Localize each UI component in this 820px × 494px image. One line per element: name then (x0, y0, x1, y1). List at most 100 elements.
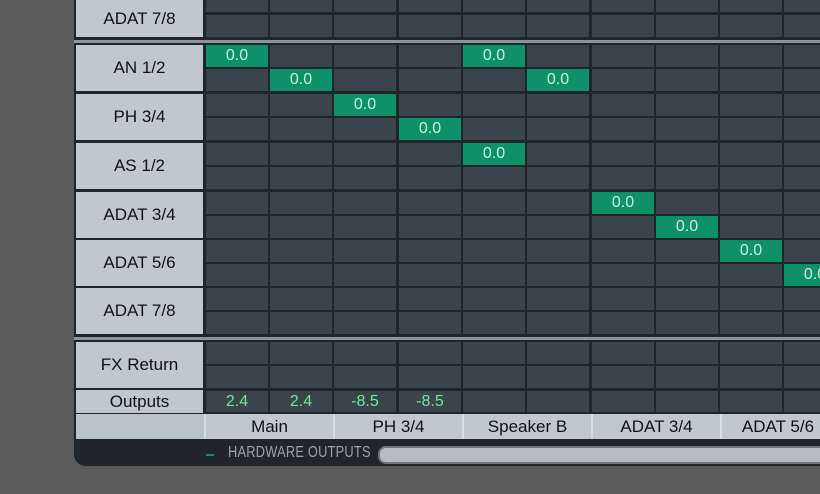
matrix-cell[interactable] (270, 342, 332, 364)
matrix-cell[interactable] (656, 391, 718, 412)
matrix-cell[interactable] (334, 312, 396, 334)
matrix-cell[interactable] (334, 192, 396, 214)
matrix-cell[interactable] (399, 342, 461, 364)
matrix-cell[interactable] (527, 45, 589, 67)
matrix-cell[interactable] (720, 15, 782, 37)
matrix-cell[interactable] (270, 216, 332, 238)
matrix-cell[interactable] (399, 264, 461, 286)
matrix-cell[interactable] (399, 366, 461, 388)
matrix-cell[interactable] (463, 312, 525, 334)
matrix-cell[interactable] (334, 240, 396, 262)
matrix-cell[interactable] (334, 45, 396, 67)
matrix-cell[interactable] (206, 264, 268, 286)
matrix-cell[interactable] (527, 216, 589, 238)
column-header-main[interactable]: Main (204, 414, 333, 439)
matrix-cell[interactable] (592, 240, 654, 262)
matrix-cell[interactable] (463, 288, 525, 310)
matrix-cell[interactable] (399, 15, 461, 37)
matrix-cell[interactable] (784, 288, 820, 310)
matrix-cell[interactable] (656, 94, 718, 116)
matrix-cell[interactable] (270, 0, 332, 12)
matrix-cell[interactable] (784, 45, 820, 67)
matrix-cell[interactable] (527, 264, 589, 286)
gain-cell[interactable]: 0.0 (399, 118, 461, 140)
matrix-cell[interactable] (784, 240, 820, 262)
matrix-cell[interactable] (592, 69, 654, 91)
matrix-cell[interactable] (656, 240, 718, 262)
matrix-cell[interactable] (206, 143, 268, 165)
matrix-cell[interactable] (463, 167, 525, 189)
matrix-cell[interactable] (592, 391, 654, 412)
matrix-cell[interactable] (463, 391, 525, 412)
matrix-cell[interactable] (206, 342, 268, 364)
matrix-cell[interactable] (720, 216, 782, 238)
matrix-cell[interactable] (334, 342, 396, 364)
matrix-cell[interactable] (592, 15, 654, 37)
matrix-cell[interactable] (270, 240, 332, 262)
matrix-cell[interactable] (206, 118, 268, 140)
matrix-cell[interactable] (784, 312, 820, 334)
matrix-cell[interactable] (463, 69, 525, 91)
matrix-cell[interactable] (270, 45, 332, 67)
horizontal-scrollbar[interactable] (378, 446, 820, 464)
matrix-cell[interactable] (527, 312, 589, 334)
matrix-cell[interactable] (527, 240, 589, 262)
matrix-cell[interactable] (270, 264, 332, 286)
matrix-cell[interactable] (270, 118, 332, 140)
gain-cell[interactable]: 0.0 (463, 45, 525, 67)
matrix-cell[interactable] (656, 143, 718, 165)
matrix-cell[interactable] (784, 167, 820, 189)
matrix-cell[interactable] (206, 288, 268, 310)
matrix-cell[interactable] (720, 391, 782, 412)
matrix-cell[interactable] (592, 264, 654, 286)
matrix-cell[interactable] (527, 391, 589, 412)
matrix-cell[interactable] (656, 342, 718, 364)
matrix-cell[interactable] (592, 216, 654, 238)
matrix-cell[interactable] (334, 0, 396, 12)
matrix-cell[interactable] (334, 118, 396, 140)
matrix-cell[interactable] (720, 312, 782, 334)
matrix-cell[interactable] (206, 312, 268, 334)
matrix-cell[interactable] (334, 143, 396, 165)
matrix-cell[interactable] (399, 240, 461, 262)
matrix-cell[interactable] (592, 118, 654, 140)
matrix-cell[interactable] (784, 118, 820, 140)
matrix-cell[interactable] (656, 312, 718, 334)
matrix-cell[interactable] (206, 192, 268, 214)
matrix-cell[interactable] (784, 216, 820, 238)
matrix-cell[interactable] (334, 167, 396, 189)
column-header-adat-3-4[interactable]: ADAT 3/4 (591, 414, 720, 439)
gain-cell[interactable]: 0.0 (656, 216, 718, 238)
matrix-cell[interactable] (399, 312, 461, 334)
matrix-cell[interactable] (784, 391, 820, 412)
gain-cell[interactable]: 0.0 (527, 69, 589, 91)
matrix-cell[interactable] (527, 167, 589, 189)
matrix-cell[interactable] (399, 288, 461, 310)
matrix-cell[interactable] (206, 216, 268, 238)
matrix-cell[interactable] (463, 264, 525, 286)
matrix-cell[interactable] (270, 15, 332, 37)
matrix-cell[interactable] (720, 45, 782, 67)
matrix-cell[interactable] (592, 45, 654, 67)
matrix-cell[interactable] (784, 15, 820, 37)
matrix-cell[interactable] (720, 118, 782, 140)
matrix-cell[interactable] (399, 0, 461, 12)
matrix-cell[interactable] (720, 192, 782, 214)
matrix-cell[interactable] (270, 143, 332, 165)
matrix-cell[interactable] (656, 288, 718, 310)
matrix-cell[interactable] (206, 240, 268, 262)
matrix-cell[interactable] (270, 192, 332, 214)
gain-cell[interactable]: 0.0 (592, 192, 654, 214)
matrix-cell[interactable] (720, 69, 782, 91)
matrix-cell[interactable] (720, 264, 782, 286)
matrix-cell[interactable] (656, 264, 718, 286)
matrix-cell[interactable] (463, 240, 525, 262)
column-header-speaker-b[interactable]: Speaker B (462, 414, 591, 439)
matrix-cell[interactable] (784, 192, 820, 214)
matrix-cell[interactable] (592, 167, 654, 189)
matrix-cell[interactable] (334, 366, 396, 388)
matrix-cell[interactable] (592, 143, 654, 165)
matrix-cell[interactable] (656, 366, 718, 388)
matrix-cell[interactable] (720, 167, 782, 189)
matrix-cell[interactable] (206, 366, 268, 388)
